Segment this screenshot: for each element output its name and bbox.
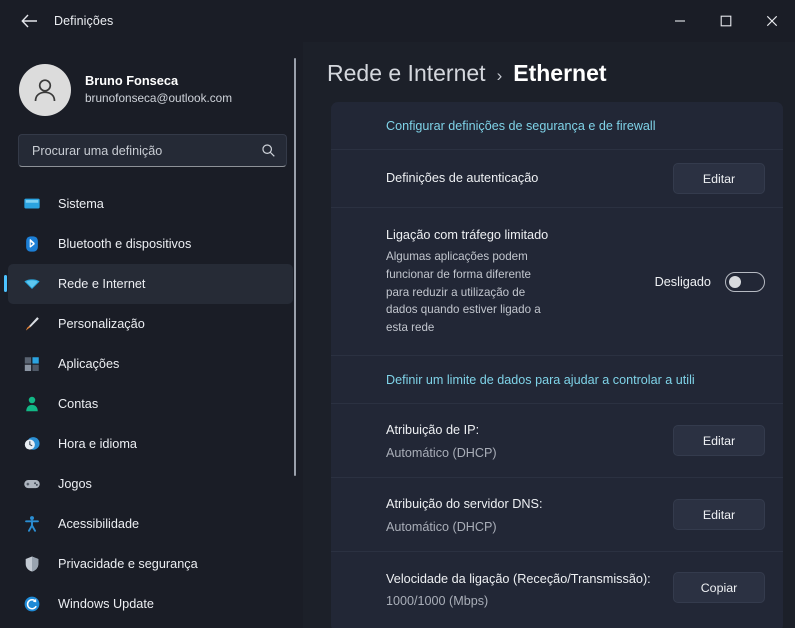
sidebar-item-rede-e-internet[interactable]: Rede e Internet	[4, 264, 293, 304]
metered-connection-toggle-group: Desligado	[654, 271, 765, 292]
breadcrumb-current: Ethernet	[513, 60, 607, 86]
minimize-icon	[674, 15, 686, 27]
person-avatar-icon	[29, 74, 61, 106]
sidebar-item-label: Privacidade e segurança	[58, 557, 198, 571]
firewall-settings-link[interactable]: Configurar definições de segurança e de …	[386, 119, 656, 133]
title-bar: Definições	[0, 0, 795, 42]
sidebar-item-label: Contas	[58, 397, 99, 411]
breadcrumb-separator-icon: ›	[496, 66, 503, 85]
sidebar-item-label: Personalização	[58, 317, 145, 331]
metered-connection-label: Ligação com tráfego limitado	[386, 228, 549, 243]
paintbrush-icon	[22, 314, 42, 334]
gamepad-icon	[22, 474, 42, 494]
data-limit-row[interactable]: Definir um limite de dados para ajudar a…	[331, 356, 783, 404]
toggle-knob	[729, 275, 741, 288]
sidebar-item-sistema[interactable]: Sistema	[8, 184, 293, 224]
sidebar-item-acessibilidade[interactable]: Acessibilidade	[8, 504, 293, 544]
minimize-button[interactable]	[657, 0, 703, 42]
person-icon	[22, 394, 42, 414]
close-icon	[766, 15, 778, 27]
breadcrumb: Rede e Internet › Ethernet	[303, 42, 795, 98]
link-speed-label: Velocidade da ligação (Receção/Transmiss…	[386, 572, 651, 586]
sidebar-item-label: Windows Update	[58, 597, 154, 611]
sidebar-nav: Sistema Bluetooth e dispositivos Rede e …	[0, 184, 303, 624]
ip-assignment-label: Atribuição de IP:	[386, 423, 480, 438]
authentication-settings-label: Definições de autenticação	[386, 171, 539, 186]
sidebar: Bruno Fonseca brunofonseca@outlook.com P…	[0, 42, 303, 628]
account-email: brunofonseca@outlook.com	[85, 90, 233, 105]
refresh-icon	[22, 594, 42, 614]
authentication-edit-button[interactable]: Editar	[673, 163, 765, 194]
metered-connection-row: Ligação com tráfego limitado Algumas apl…	[331, 208, 783, 356]
accessibility-icon	[22, 514, 42, 534]
sidebar-item-personalizacao[interactable]: Personalização	[8, 304, 293, 344]
sidebar-item-label: Jogos	[58, 477, 92, 491]
ip-assignment-value: Automático (DHCP)	[386, 445, 497, 460]
maximize-button[interactable]	[703, 0, 749, 42]
account-name: Bruno Fonseca	[85, 72, 179, 88]
link-speed-row: Velocidade da ligação (Receção/Transmiss…	[331, 552, 783, 628]
avatar	[19, 63, 71, 116]
link-speed-copy-button[interactable]: Copiar	[673, 572, 765, 603]
sidebar-item-contas[interactable]: Contas	[8, 384, 293, 424]
sidebar-item-aplicacoes[interactable]: Aplicações	[8, 344, 293, 384]
sidebar-item-label: Bluetooth e dispositivos	[58, 237, 192, 251]
wifi-icon	[22, 274, 42, 294]
account-header[interactable]: Bruno Fonseca brunofonseca@outlook.com	[0, 42, 303, 120]
dns-edit-button[interactable]: Editar	[673, 499, 765, 530]
sidebar-item-label: Aplicações	[58, 357, 120, 371]
shield-icon	[22, 554, 42, 574]
sidebar-item-label: Acessibilidade	[58, 517, 140, 531]
metered-toggle-state-label: Desligado	[654, 274, 711, 289]
main-content: Rede e Internet › Ethernet Configurar de…	[303, 42, 795, 628]
sidebar-item-label: Rede e Internet	[58, 277, 146, 291]
sidebar-item-windows-update[interactable]: Windows Update	[8, 584, 293, 624]
search-input[interactable]	[32, 143, 261, 158]
sidebar-item-bluetooth-e-dispositivos[interactable]: Bluetooth e dispositivos	[8, 224, 293, 264]
back-arrow-icon	[20, 14, 38, 28]
metered-connection-toggle[interactable]	[725, 271, 765, 292]
link-speed-value: 1000/1000 (Mbps)	[386, 594, 489, 609]
dns-assignment-row: Atribuição do servidor DNS: Automático (…	[331, 478, 783, 552]
metered-connection-description: Algumas aplicações podem funcionar de fo…	[386, 250, 541, 334]
apps-grid-icon	[22, 354, 42, 374]
authentication-settings-row: Definições de autenticação Editar	[331, 150, 783, 208]
data-limit-link[interactable]: Definir um limite de dados para ajudar a…	[386, 373, 695, 387]
window-controls	[657, 0, 795, 42]
back-button[interactable]	[10, 6, 48, 36]
sidebar-item-hora-e-idioma[interactable]: Hora e idioma	[8, 424, 293, 464]
dns-assignment-value: Automático (DHCP)	[386, 519, 497, 534]
window-title: Definições	[54, 14, 114, 28]
close-button[interactable]	[749, 0, 795, 42]
ethernet-settings-card: Configurar definições de segurança e de …	[331, 102, 783, 628]
bluetooth-icon	[22, 234, 42, 254]
sidebar-item-label: Sistema	[58, 197, 104, 211]
search-icon[interactable]	[261, 143, 276, 158]
ip-edit-button[interactable]: Editar	[673, 425, 765, 456]
ip-assignment-row: Atribuição de IP: Automático (DHCP) Edit…	[331, 404, 783, 478]
sidebar-scrollbar[interactable]	[294, 58, 296, 476]
clock-globe-icon	[22, 434, 42, 454]
breadcrumb-parent[interactable]: Rede e Internet	[327, 60, 486, 87]
search-box[interactable]	[18, 134, 287, 167]
firewall-settings-row[interactable]: Configurar definições de segurança e de …	[331, 102, 783, 150]
sidebar-item-privacidade-e-seguranca[interactable]: Privacidade e segurança	[8, 544, 293, 584]
sidebar-item-label: Hora e idioma	[58, 437, 137, 451]
dns-assignment-label: Atribuição do servidor DNS:	[386, 497, 543, 512]
maximize-icon	[720, 15, 732, 27]
sidebar-item-jogos[interactable]: Jogos	[8, 464, 293, 504]
monitor-icon	[22, 194, 42, 214]
settings-window: Definições Bruno Fonseca brunofonseca@ou…	[0, 0, 795, 628]
